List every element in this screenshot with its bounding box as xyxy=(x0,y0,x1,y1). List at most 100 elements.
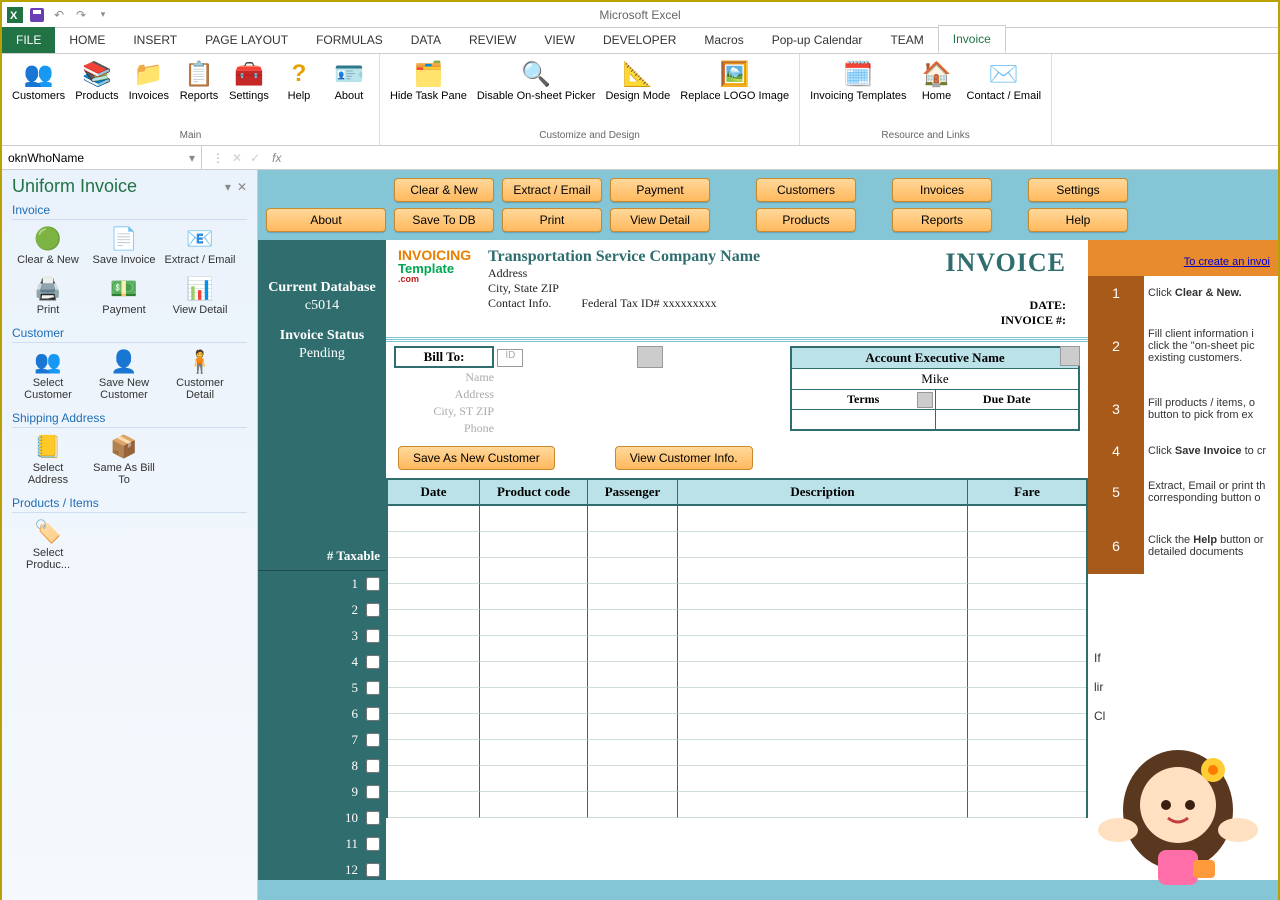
tab-data[interactable]: DATA xyxy=(397,27,455,53)
tp-extract-email[interactable]: 📧Extract / Email xyxy=(164,222,236,270)
taxable-checkbox[interactable] xyxy=(366,603,380,617)
tab-popup-calendar[interactable]: Pop-up Calendar xyxy=(758,27,877,53)
ribbon-reports[interactable]: 📋Reports xyxy=(175,56,223,104)
account-value[interactable]: Mike xyxy=(792,369,1078,389)
btn-save-to-db[interactable]: Save To DB xyxy=(394,208,494,232)
ribbon-design-mode[interactable]: 📐Design Mode xyxy=(601,56,674,104)
taxable-checkbox[interactable] xyxy=(366,759,380,773)
fx-label[interactable]: fx xyxy=(272,151,281,165)
tp-print[interactable]: 🖨️Print xyxy=(12,272,84,320)
btn-products[interactable]: Products xyxy=(756,208,856,232)
tab-view[interactable]: VIEW xyxy=(530,27,589,53)
table-row[interactable] xyxy=(386,766,1088,792)
table-row[interactable] xyxy=(386,610,1088,636)
tab-team[interactable]: TEAM xyxy=(876,27,937,53)
table-row[interactable] xyxy=(386,584,1088,610)
table-row[interactable] xyxy=(386,714,1088,740)
save-icon[interactable] xyxy=(28,6,46,24)
ribbon-invoices[interactable]: 📁Invoices xyxy=(125,56,173,104)
btn-view-customer-info[interactable]: View Customer Info. xyxy=(615,446,753,470)
taxable-checkbox[interactable] xyxy=(366,785,380,799)
close-icon[interactable]: ✕ xyxy=(237,180,247,194)
billto-id-input[interactable]: ID xyxy=(497,349,523,367)
tab-formulas[interactable]: FORMULAS xyxy=(302,27,397,53)
tab-page-layout[interactable]: PAGE LAYOUT xyxy=(191,27,302,53)
tab-macros[interactable]: Macros xyxy=(690,27,757,53)
btn-help[interactable]: Help xyxy=(1028,208,1128,232)
btn-payment[interactable]: Payment xyxy=(610,178,710,202)
tp-save-invoice[interactable]: 📄Save Invoice xyxy=(88,222,160,270)
tab-review[interactable]: REVIEW xyxy=(455,27,530,53)
terms-input[interactable] xyxy=(792,410,936,429)
table-row[interactable] xyxy=(386,740,1088,766)
table-row[interactable] xyxy=(386,636,1088,662)
terms-picker-button[interactable] xyxy=(917,392,933,408)
btn-invoices[interactable]: Invoices xyxy=(892,178,992,202)
tp-select-product[interactable]: 🏷️Select Produc... xyxy=(12,515,84,575)
taxable-checkbox[interactable] xyxy=(366,577,380,591)
btn-print[interactable]: Print xyxy=(502,208,602,232)
help-link[interactable]: To create an invoi xyxy=(1088,240,1278,276)
btn-view-detail[interactable]: View Detail xyxy=(610,208,710,232)
ribbon-contact[interactable]: ✉️Contact / Email xyxy=(963,56,1046,104)
taxable-checkbox[interactable] xyxy=(366,811,380,825)
ribbon-help[interactable]: ?Help xyxy=(275,56,323,104)
tab-home[interactable]: HOME xyxy=(55,27,119,53)
chevron-down-icon[interactable]: ▾ xyxy=(189,151,195,165)
redo-icon[interactable]: ↷ xyxy=(72,6,90,24)
tp-select-customer[interactable]: 👥Select Customer xyxy=(12,345,84,405)
ribbon-templates[interactable]: 🗓️Invoicing Templates xyxy=(806,56,910,104)
billto-address[interactable]: Address xyxy=(394,387,494,402)
btn-clear-new[interactable]: Clear & New xyxy=(394,178,494,202)
ribbon-replace-logo[interactable]: 🖼️Replace LOGO Image xyxy=(676,56,793,104)
worksheet[interactable]: Clear & New Extract / Email Payment Cust… xyxy=(258,170,1278,900)
tab-file[interactable]: FILE xyxy=(2,27,55,53)
table-row[interactable] xyxy=(386,558,1088,584)
table-row[interactable] xyxy=(386,532,1088,558)
btn-settings[interactable]: Settings xyxy=(1028,178,1128,202)
table-row[interactable] xyxy=(386,662,1088,688)
undo-icon[interactable]: ↶ xyxy=(50,6,68,24)
taxable-checkbox[interactable] xyxy=(366,733,380,747)
tp-clear-new[interactable]: 🟢Clear & New xyxy=(12,222,84,270)
qat-dropdown-icon[interactable]: ▾ xyxy=(94,6,112,24)
tp-select-address[interactable]: 📒Select Address xyxy=(12,430,84,490)
taxable-checkbox[interactable] xyxy=(366,863,380,877)
ribbon-settings[interactable]: 🧰Settings xyxy=(225,56,273,104)
btn-save-new-customer[interactable]: Save As New Customer xyxy=(398,446,555,470)
table-row[interactable] xyxy=(386,792,1088,818)
tp-customer-detail[interactable]: 🧍Customer Detail xyxy=(164,345,236,405)
taxable-checkbox[interactable] xyxy=(366,629,380,643)
billto-csz[interactable]: City, ST ZIP xyxy=(394,404,494,419)
btn-extract-email[interactable]: Extract / Email xyxy=(502,178,602,202)
accept-icon[interactable]: ✓ xyxy=(250,151,260,165)
btn-customers[interactable]: Customers xyxy=(756,178,856,202)
account-picker-button[interactable] xyxy=(1060,346,1080,366)
taxable-checkbox[interactable] xyxy=(366,707,380,721)
btn-about[interactable]: About xyxy=(266,208,386,232)
table-row[interactable] xyxy=(386,688,1088,714)
ribbon-about[interactable]: 🪪About xyxy=(325,56,373,104)
ribbon-products[interactable]: 📚Products xyxy=(71,56,122,104)
tab-invoice[interactable]: Invoice xyxy=(938,25,1006,53)
tp-save-new-customer[interactable]: 👤Save New Customer xyxy=(88,345,160,405)
billto-name[interactable]: Name xyxy=(394,370,494,385)
table-row[interactable] xyxy=(386,506,1088,532)
cancel-icon[interactable]: ✕ xyxy=(232,151,242,165)
tp-view-detail[interactable]: 📊View Detail xyxy=(164,272,236,320)
tp-payment[interactable]: 💵Payment xyxy=(88,272,160,320)
expand-icon[interactable]: ⋮ xyxy=(212,151,224,165)
dropdown-icon[interactable]: ▾ xyxy=(225,180,231,194)
due-input[interactable] xyxy=(936,410,1079,429)
name-box[interactable]: oknWhoName ▾ xyxy=(2,146,202,169)
tab-insert[interactable]: INSERT xyxy=(119,27,191,53)
taxable-checkbox[interactable] xyxy=(366,681,380,695)
taxable-checkbox[interactable] xyxy=(366,837,380,851)
ribbon-customers[interactable]: 👥Customers xyxy=(8,56,69,104)
ribbon-home[interactable]: 🏠Home xyxy=(913,56,961,104)
tab-developer[interactable]: DEVELOPER xyxy=(589,27,690,53)
tp-same-as-billto[interactable]: 📦Same As Bill To xyxy=(88,430,160,490)
billto-picker-button[interactable] xyxy=(637,346,663,368)
billto-phone[interactable]: Phone xyxy=(394,421,494,436)
ribbon-hide-task-pane[interactable]: 🗂️Hide Task Pane xyxy=(386,56,471,104)
